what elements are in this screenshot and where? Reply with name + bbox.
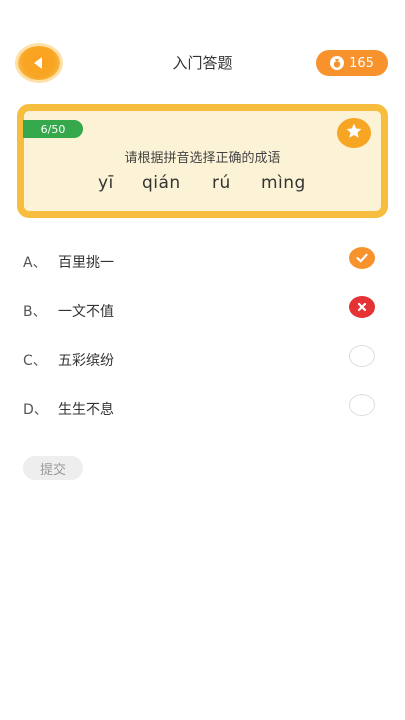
pinyin-syllable: qián [142, 173, 181, 193]
top-bar: 入门答题 165 [0, 44, 405, 84]
option-text: 五彩缤纷 [58, 353, 114, 369]
option-letter: D、 [23, 402, 48, 418]
pinyin-syllable: mìng [261, 173, 306, 193]
star-icon [345, 122, 363, 144]
coin-count: 165 [349, 55, 374, 71]
wrong-x-icon [349, 296, 375, 318]
option-letter: C、 [23, 353, 47, 369]
option-text: 百里挑一 [58, 255, 114, 271]
favorite-button[interactable] [337, 118, 371, 148]
progress-badge: 6/50 [23, 120, 83, 138]
option-letter: A、 [23, 255, 47, 271]
pinyin-row: yī qián rú mìng [98, 173, 306, 193]
option-d[interactable]: D、 生生不息 [0, 383, 405, 431]
option-c[interactable]: C、 五彩缤纷 [0, 334, 405, 382]
option-letter: B、 [23, 304, 47, 320]
question-prompt: 请根据拼音选择正确的成语 [124, 151, 281, 166]
pinyin-syllable: yī [98, 173, 114, 193]
option-a[interactable]: A、 百里挑一 [0, 236, 405, 284]
coin-bag-icon [330, 56, 345, 70]
radio-empty-icon [349, 394, 375, 416]
question-card: 6/50 请根据拼音选择正确的成语 yī qián rú mìng [17, 104, 388, 218]
submit-button[interactable]: 提交 [23, 456, 83, 480]
correct-check-icon [349, 247, 375, 269]
option-b[interactable]: B、 一文不值 [0, 285, 405, 333]
option-text: 生生不息 [58, 402, 114, 418]
coin-balance[interactable]: 165 [316, 50, 388, 76]
radio-empty-icon [349, 345, 375, 367]
option-text: 一文不值 [58, 304, 114, 320]
pinyin-syllable: rú [212, 173, 231, 193]
